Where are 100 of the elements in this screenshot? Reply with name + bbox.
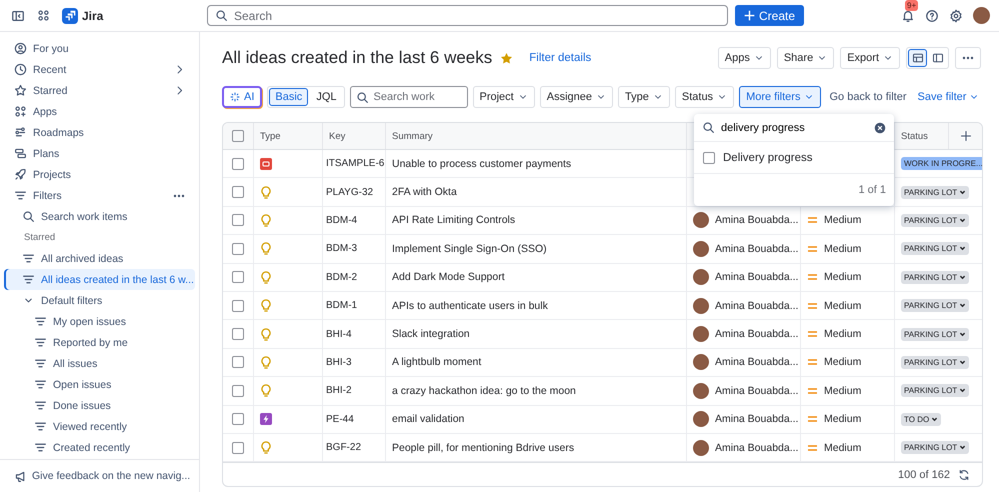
sidebar-item[interactable]: Viewed recently	[4, 416, 195, 437]
dropdown-button[interactable]: Export	[840, 47, 900, 69]
issue-key[interactable]: PE-44	[323, 406, 386, 433]
issue-key[interactable]: BHI-4	[323, 320, 386, 348]
issue-summary[interactable]: a crazy hackathon idea: go to the moon	[386, 377, 687, 405]
checkbox[interactable]	[232, 271, 244, 284]
issue-key[interactable]: PLAYG-32	[323, 178, 386, 206]
status-tag[interactable]: PARKING LOT	[901, 356, 970, 369]
checkbox[interactable]	[232, 413, 244, 426]
issue-key[interactable]: BGF-22	[323, 434, 386, 462]
column-header[interactable]: Summary	[386, 123, 687, 149]
checkbox[interactable]	[232, 356, 244, 368]
sidebar-item[interactable]: Roadmaps	[4, 122, 195, 143]
issue-summary[interactable]: API Rate Limiting Controls	[386, 206, 687, 234]
sidebar-toggle-icon[interactable]	[11, 8, 25, 22]
back-link[interactable]: Go back to filter	[829, 91, 907, 103]
filter-button[interactable]: Project	[472, 86, 535, 108]
sidebar-item[interactable]: Done issues	[4, 395, 195, 416]
sidebar-item[interactable]: Starred	[4, 80, 195, 101]
issue-summary[interactable]: A lightbulb moment	[386, 348, 687, 376]
status-tag[interactable]: PARKING LOT	[901, 214, 970, 227]
mode-tab[interactable]: Basic	[269, 88, 308, 106]
filter-button[interactable]: Status	[674, 86, 734, 108]
checkbox[interactable]	[232, 384, 244, 397]
column-header[interactable]: Type	[254, 123, 323, 149]
checkbox[interactable]	[232, 442, 244, 454]
dropdown-button[interactable]: Apps	[718, 47, 771, 69]
dropdown-button[interactable]: Share	[776, 47, 834, 69]
issue-key[interactable]: BDM-4	[323, 206, 386, 234]
issue-summary[interactable]: Implement Single Sign-On (SSO)	[386, 235, 687, 263]
checkbox[interactable]	[232, 328, 244, 340]
filter-button[interactable]: Type	[618, 86, 670, 108]
sidebar-item[interactable]: Filters	[4, 185, 195, 206]
sidebar-item[interactable]: My open issues	[4, 311, 195, 332]
filter-details-link[interactable]: Filter details	[529, 52, 592, 64]
search-work-field[interactable]: Search work	[350, 86, 468, 108]
checkbox[interactable]	[232, 242, 244, 255]
issue-key[interactable]: BHI-3	[323, 348, 386, 376]
sidebar-item[interactable]: Open issues	[4, 374, 195, 395]
status-tag[interactable]: PARKING LOT	[901, 441, 970, 454]
status-tag[interactable]: PARKING LOT	[901, 270, 970, 284]
sidebar-item[interactable]: All archived ideas	[4, 248, 195, 269]
sidebar-item[interactable]: All issues	[4, 353, 195, 374]
issue-key[interactable]: ITSAMPLE-6	[323, 150, 386, 178]
checkbox[interactable]	[703, 152, 715, 164]
create-button[interactable]: Create	[735, 5, 804, 26]
search-field[interactable]: Search	[207, 5, 728, 26]
logo-icon[interactable]	[62, 8, 78, 24]
issue-summary[interactable]: APIs to authenticate users in bulk	[386, 292, 687, 320]
status-tag[interactable]: PARKING LOT	[901, 384, 970, 398]
filter-option[interactable]: Delivery progress	[694, 142, 894, 174]
checkbox[interactable]	[232, 158, 244, 170]
sidebar-item[interactable]: Reported by me	[4, 332, 195, 353]
issue-key[interactable]: BDM-1	[323, 292, 386, 320]
checkbox[interactable]	[232, 186, 244, 198]
settings-icon[interactable]	[949, 8, 963, 22]
checkbox[interactable]	[232, 130, 244, 142]
refresh-icon[interactable]	[958, 468, 970, 481]
issue-key[interactable]: BDM-2	[323, 264, 386, 291]
star-icon[interactable]	[500, 52, 514, 64]
sidebar-item[interactable]: Search work items	[4, 206, 195, 227]
add-column-icon[interactable]	[960, 130, 972, 142]
sidebar-item[interactable]: All ideas created in the last 6 w...	[4, 269, 195, 290]
avatar-icon[interactable]	[973, 7, 990, 24]
sidebar-item[interactable]: Default filters	[4, 290, 195, 311]
issue-summary[interactable]: Unable to process customer payments	[386, 150, 687, 178]
checkbox[interactable]	[232, 300, 244, 312]
sidebar-item[interactable]: For you	[4, 38, 195, 59]
clear-icon[interactable]	[874, 122, 886, 134]
status-tag[interactable]: PARKING LOT	[901, 242, 970, 256]
status-tag[interactable]: WORK IN PROGRE...	[901, 157, 982, 170]
bell-icon[interactable]	[901, 8, 915, 22]
save-filter-link[interactable]: Save filter	[918, 91, 980, 103]
more-button[interactable]	[955, 47, 981, 69]
filter-button[interactable]: More filters	[739, 86, 822, 108]
app-grid-icon[interactable]	[37, 9, 50, 22]
status-tag[interactable]: PARKING LOT	[901, 299, 970, 312]
filter-button[interactable]: Assignee	[540, 86, 614, 108]
mode-tab[interactable]: JQL	[310, 88, 342, 106]
column-header[interactable]: Status	[895, 123, 949, 149]
sidebar-item[interactable]: Recent	[4, 59, 195, 80]
status-tag[interactable]: TO DO	[901, 412, 942, 426]
issue-summary[interactable]: 2FA with Okta	[386, 178, 687, 206]
status-tag[interactable]: PARKING LOT	[901, 186, 970, 199]
sidebar-item[interactable]: Apps	[4, 101, 195, 122]
status-tag[interactable]: PARKING LOT	[901, 328, 970, 341]
sidebar-item[interactable]: Created recently	[4, 437, 195, 458]
sidebar-item[interactable]: Plans	[4, 143, 195, 164]
sidebar-item[interactable]: Projects	[4, 164, 195, 185]
ai-button[interactable]: AI	[222, 86, 262, 108]
column-header[interactable]: Key	[323, 123, 386, 149]
more-icon[interactable]	[173, 194, 185, 198]
issue-summary[interactable]: email validation	[386, 406, 687, 433]
feedback-link[interactable]: Give feedback on the new navig...	[0, 459, 199, 492]
issue-summary[interactable]: People pill, for mentioning Bdrive users	[386, 434, 687, 462]
checkbox[interactable]	[232, 214, 244, 226]
help-icon[interactable]	[925, 8, 939, 22]
issue-summary[interactable]: Add Dark Mode Support	[386, 264, 687, 291]
issue-key[interactable]: BHI-2	[323, 377, 386, 405]
issue-summary[interactable]: Slack integration	[386, 320, 687, 348]
